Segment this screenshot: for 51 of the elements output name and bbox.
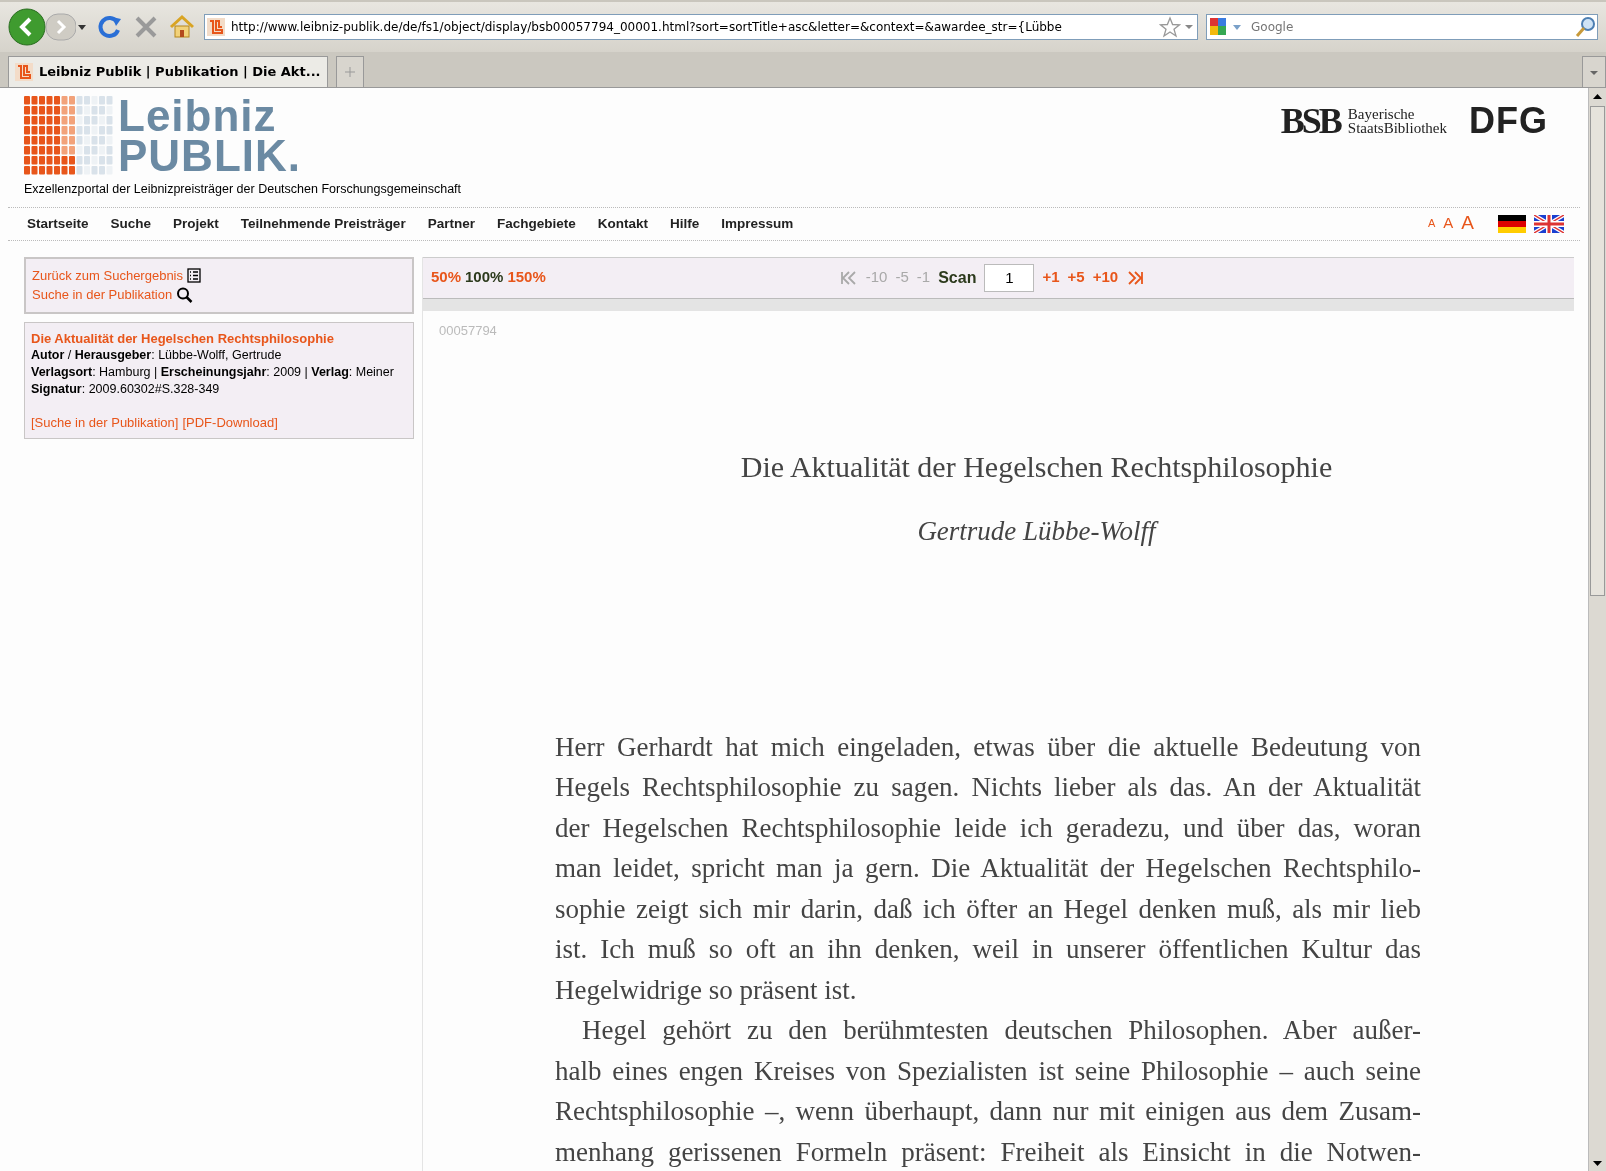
forward-arrow-icon: [46, 12, 76, 42]
nav-link[interactable]: Fachgebiete: [485, 213, 587, 234]
british-flag-icon[interactable]: [1534, 214, 1564, 233]
funder-logo: DFG: [1469, 104, 1548, 138]
record-title: Die Aktualität der Hegelschen Rechtsphilosophie: [31, 329, 335, 347]
nav-link[interactable]: Partner: [416, 213, 486, 234]
german-flag-icon[interactable]: [1498, 214, 1526, 233]
font-size-link[interactable]: A: [1443, 212, 1454, 235]
page-step-link: -5: [895, 267, 909, 288]
record-field: Autor / Herausgeber: Lübbe-Wolff, Gertrude: [31, 346, 407, 364]
page-step-link: -10: [865, 267, 888, 288]
nav-link[interactable]: Impressum: [710, 213, 805, 234]
address-bar[interactable]: http://www.leibniz-publik.de/de/fs1/object/display/bsb00057794_00001.html?sort=sortTitle+asc&letter=&context=&awardee_str={Lübbe: [204, 14, 1198, 40]
scan-number-field[interactable]: 1: [984, 263, 1035, 292]
page-step-link: -1: [916, 267, 931, 288]
back-button[interactable]: [8, 8, 46, 46]
paragraph: Hegel gehört zu den berühmtesten deutschen Philosophen. Aber außer- halb eines engen Kreises von Spezialisten ist seine Philosophie – auch seine Rechtsphilosophie –, wenn überhaupt, dann nur mit einigen aus dem Zusam- menhang gerissenen Formeln präsent: Freiheit als Einsicht in die Notwen-: [555, 1014, 1421, 1169]
zoom-link[interactable]: 100%: [465, 266, 504, 289]
browser-tab[interactable]: Leibniz Publik | Publikation | Die Akt...: [8, 56, 328, 87]
scrollbar[interactable]: [1588, 88, 1606, 1171]
record-field: Verlagsort: Hamburg | Erscheinungsjahr: 2009 | Verlag: Meiner: [31, 363, 407, 381]
nav-link[interactable]: Startseite: [16, 213, 100, 234]
history-dropdown-icon[interactable]: [76, 22, 88, 32]
search-icon: [176, 286, 195, 303]
nav-link[interactable]: Suche: [99, 213, 163, 234]
bookmark-star-icon[interactable]: [1159, 16, 1181, 38]
reload-icon[interactable]: [96, 13, 124, 41]
tagline: Exzellenzportal der Leibnizpreisträger der Deutschen Forschungsgemeinschaft: [24, 181, 462, 198]
nav-link[interactable]: Projekt: [162, 213, 230, 234]
record-field: Signatur: 2009.60302#S.328-349: [31, 380, 407, 398]
search-field[interactable]: Google: [1206, 14, 1598, 40]
nav-link[interactable]: Kontakt: [586, 213, 659, 234]
document-author: Gertrude Lübbe-Wolff: [439, 511, 1574, 552]
home-icon[interactable]: [168, 13, 196, 41]
search-icon[interactable]: [1575, 16, 1597, 38]
list-icon: [187, 267, 201, 283]
font-size-link[interactable]: A: [1461, 209, 1474, 238]
nav-link[interactable]: Teilnehmende Preisträger: [229, 213, 417, 234]
scan-label: Scan: [938, 267, 977, 288]
font-size-link[interactable]: A: [1427, 215, 1436, 232]
paragraph: Herr Gerhardt hat mich eingeladen, etwas über die aktuelle Bedeutung von Hegels Rechtsphilosophie zu sagen. Nichts lieber als das. An der Aktualität der Hegelschen Rechtsphilosophie leide ich geradezu, und über das, woran man leidet, spricht man ja gern. Die Aktualität der Hegelschen Rechtsphilo- sophie zeigt sich mir darin, daß ich öfter an Hegel denken muß, als mir lieb ist. Ich muß so oft an ihn denken, weil in unserer öffentlichen Kultur das Hegelwidrige so präsent ist.: [555, 730, 1421, 1007]
document-title: Die Aktualität der Hegelschen Rechtsphilosophie: [739, 449, 1334, 486]
nav-link[interactable]: Hilfe: [658, 213, 711, 234]
logo-text: Leibniz: [118, 96, 278, 136]
site-favicon-icon: [15, 63, 33, 81]
site-favicon-icon: [205, 18, 227, 36]
last-page-icon[interactable]: [1126, 270, 1145, 285]
logo-text: PUBLIK.: [118, 136, 301, 176]
page-id: 00057794: [439, 321, 498, 340]
logo-mosaic-icon: [24, 96, 114, 176]
plus-icon: [342, 65, 357, 79]
